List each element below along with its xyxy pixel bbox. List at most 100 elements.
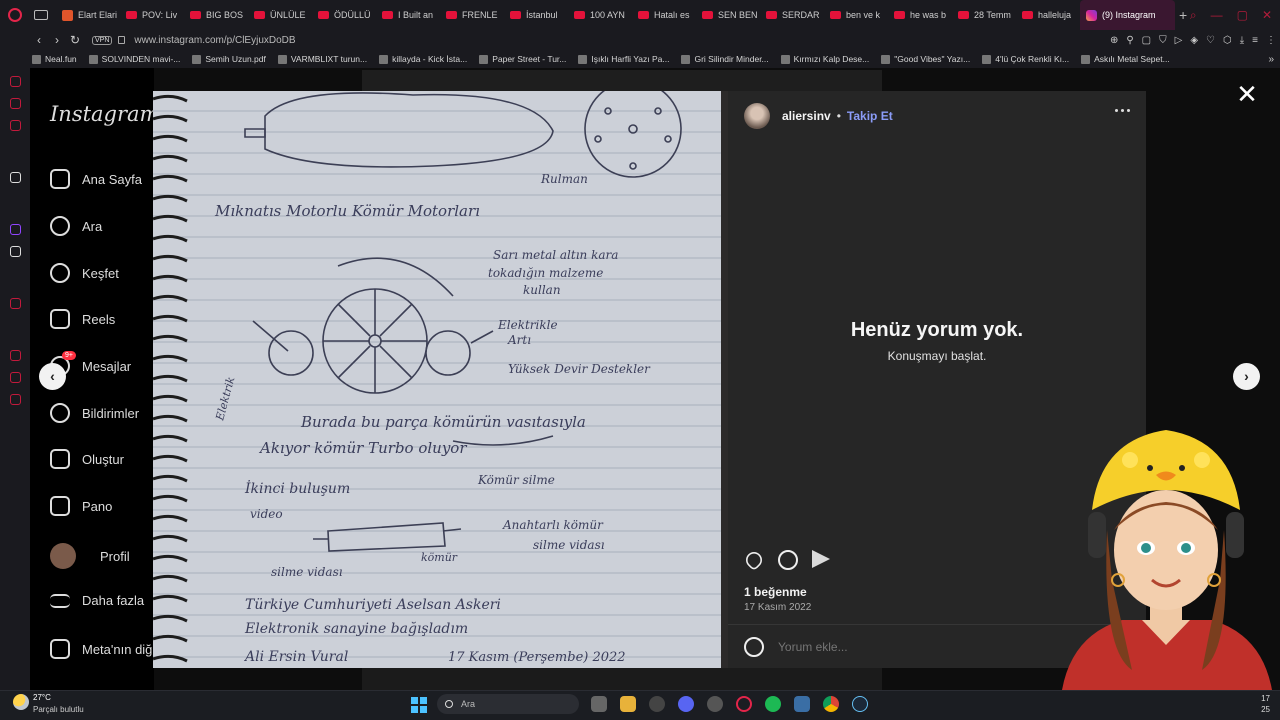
maximize-button[interactable]: ▢ (1237, 8, 1248, 22)
browser-tab[interactable]: 100 AYN (568, 0, 632, 30)
forward-button[interactable]: › (48, 33, 66, 47)
nav-item-reels[interactable]: Reels (50, 309, 115, 329)
file-explorer-icon[interactable] (620, 696, 636, 712)
close-modal-button[interactable]: ✕ (1236, 81, 1258, 107)
browser-tab[interactable]: ÜNLÜLE (248, 0, 312, 30)
browser-tab[interactable]: BIG BOS (184, 0, 248, 30)
bookmark-item[interactable]: Kırmızı Kalp Dese... (780, 54, 869, 64)
favorite-icon[interactable]: ♡ (1206, 35, 1215, 46)
bookmark-item[interactable]: Semih Uzun.pdf (192, 54, 266, 64)
steam-icon[interactable] (852, 696, 868, 712)
post-image[interactable]: Rulman Mıknatıs Motorlu Kömür Motorları Sa… (153, 91, 728, 668)
menu-more-icon[interactable]: ⋮ (1266, 35, 1276, 46)
bookmark-item[interactable]: Neal.fun (32, 54, 77, 64)
browser-tab[interactable]: SERDAR (760, 0, 824, 30)
discord-icon[interactable] (678, 696, 694, 712)
post-username[interactable]: aliersinv (782, 109, 831, 123)
browser-tab[interactable]: POV: Liv (120, 0, 184, 30)
shield-icon[interactable]: ⛉ (1159, 35, 1167, 46)
browser-tab[interactable]: Elart Elari (56, 0, 120, 30)
new-tab-button[interactable]: + (1179, 7, 1187, 23)
browser-logo-icon[interactable] (0, 0, 30, 30)
share-icon[interactable] (812, 550, 830, 568)
bookmark-item[interactable]: 4'lü Çok Renkli Kı... (982, 54, 1069, 64)
minimize-button[interactable]: — (1211, 8, 1223, 22)
sidebar-history-icon[interactable] (10, 350, 21, 361)
start-button[interactable] (411, 697, 427, 713)
app-icon[interactable] (707, 696, 723, 712)
sidebar-twitch-icon[interactable] (10, 224, 21, 235)
nav-item-dashboard[interactable]: Pano (50, 496, 112, 516)
emoji-icon[interactable] (744, 637, 764, 657)
sidebar-mail-icon[interactable] (10, 120, 21, 131)
chrome-icon[interactable] (823, 696, 839, 712)
browser-tab[interactable]: SEN BEN (696, 0, 760, 30)
weather-icon[interactable] (13, 694, 29, 710)
opera-gx-icon[interactable] (736, 696, 752, 712)
download-icon[interactable]: ⤓ (1240, 35, 1244, 46)
bookmark-item[interactable]: Gri Silindir Minder... (681, 54, 769, 64)
back-button[interactable]: ‹ (30, 33, 48, 47)
system-clock[interactable]: 17 25 (1261, 693, 1270, 715)
follow-button[interactable]: Takip Et (847, 109, 893, 123)
sidebar-tiktok-icon[interactable] (10, 172, 21, 183)
browser-tab[interactable]: (9) Instagram (1080, 0, 1175, 30)
nav-item-compass[interactable]: Keşfet (50, 263, 119, 283)
browser-tab[interactable]: ben ve k (824, 0, 888, 30)
bookmark-item[interactable]: Paper Street - Tur... (479, 54, 566, 64)
browser-tab[interactable]: he was b (888, 0, 952, 30)
bookmark-item[interactable]: VARMBLIXT turun... (277, 54, 367, 64)
bookmarks-overflow-icon[interactable]: » (1268, 54, 1274, 65)
gamepad-icon[interactable]: ◈ (1190, 35, 1198, 46)
sidebar-settings-icon[interactable] (10, 394, 21, 405)
sidebar-aria-icon[interactable] (10, 76, 21, 87)
browser-tab[interactable]: halleluja (1016, 0, 1080, 30)
post-date[interactable]: 17 Kasım 2022 (744, 602, 811, 613)
browser-tab[interactable]: FRENLE (440, 0, 504, 30)
zoom-icon[interactable]: ⊕ (1110, 35, 1118, 46)
browser-tab[interactable]: I Built an (376, 0, 440, 30)
task-view-icon[interactable] (591, 696, 607, 712)
weather-temperature[interactable]: 27°C (33, 693, 51, 702)
likes-count[interactable]: 1 beğenme (744, 585, 807, 599)
bookmark-item[interactable]: "Good Vibes" Yazı... (881, 54, 970, 64)
browser-tab[interactable]: İstanbul (504, 0, 568, 30)
settings-app-icon[interactable] (649, 696, 665, 712)
close-window-button[interactable]: ✕ (1262, 8, 1272, 22)
browser-tab[interactable]: ÖDÜLLÜ (312, 0, 376, 30)
more-options-icon[interactable] (1115, 109, 1130, 112)
lock-icon[interactable] (118, 36, 126, 44)
previous-post-button[interactable]: ‹ (39, 363, 66, 390)
browser-tab[interactable]: Hatalı es (632, 0, 696, 30)
sidebar-messenger-icon[interactable] (10, 98, 21, 109)
spotify-icon[interactable] (765, 696, 781, 712)
reload-button[interactable]: ↻ (66, 33, 84, 47)
player-icon[interactable]: ▷ (1175, 35, 1183, 46)
browser-tab[interactable]: 28 Temm (952, 0, 1016, 30)
sidebar-player-icon[interactable] (10, 298, 21, 309)
extensions-icon[interactable]: ⬡ (1223, 35, 1232, 46)
nav-item-plus[interactable]: Oluştur (50, 449, 124, 469)
taskbar-search[interactable]: Ara (437, 694, 579, 714)
user-avatar[interactable] (744, 103, 770, 129)
pin-icon[interactable]: ⚲ (1126, 35, 1133, 46)
like-icon[interactable] (742, 548, 766, 572)
sidebar-extensions-icon[interactable] (10, 372, 21, 383)
bookmark-item[interactable]: killayda - Kick İsta... (379, 54, 467, 64)
nav-item-home[interactable]: Ana Sayfa (50, 169, 142, 189)
bookmark-item[interactable]: Askılı Metal Sepet... (1081, 54, 1170, 64)
next-post-button[interactable]: › (1233, 363, 1260, 390)
nav-item-menu[interactable]: Daha fazla (50, 593, 144, 608)
nav-item-avatar[interactable]: Profil (50, 543, 130, 569)
bookmark-item[interactable]: Işıklı Harfli Yazı Pa... (578, 54, 669, 64)
sidebar-x-icon[interactable] (10, 246, 21, 257)
url-field[interactable]: www.instagram.com/p/ClEyjuxDoDB (134, 35, 295, 46)
comment-input[interactable] (778, 640, 1078, 654)
search-tabs-icon[interactable]: ⌕ (1190, 8, 1197, 23)
weather-condition[interactable]: Parçalı bulutlu (33, 705, 84, 714)
vscode-icon[interactable] (794, 696, 810, 712)
nav-item-meta[interactable]: Meta'nın diğ (50, 639, 152, 659)
instagram-logo[interactable]: Instagram (50, 102, 159, 126)
vpn-badge[interactable]: VPN (92, 35, 113, 45)
settings-icon[interactable]: ≡ (1252, 35, 1258, 46)
